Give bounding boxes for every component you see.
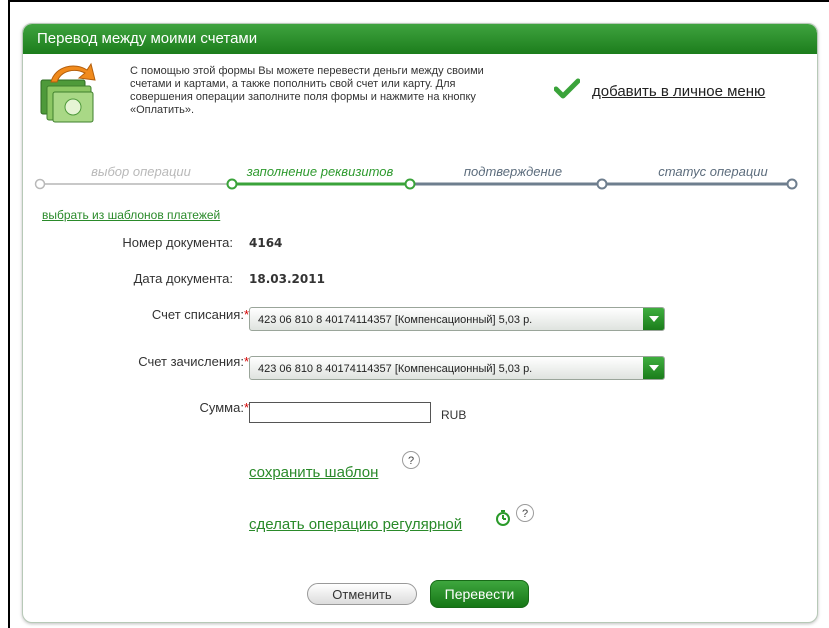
help-icon[interactable]: ? (402, 451, 420, 469)
step-node (786, 178, 798, 190)
step-node (404, 178, 416, 190)
doc-date-value: 18.03.2011 (249, 272, 325, 286)
from-account-select[interactable]: 423 06 810 8 40174114357 [Компенсационны… (249, 307, 665, 331)
to-account-value: 423 06 810 8 40174114357 [Компенсационны… (258, 363, 533, 375)
amount-label-text: Сумма: (199, 400, 244, 415)
intro-line: совершения операции заполните поля формы… (130, 91, 476, 103)
step-node (596, 178, 608, 190)
progress-steps: выбор операции заполнение реквизитов под… (23, 160, 817, 210)
from-account-value: 423 06 810 8 40174114357 [Компенсационны… (258, 314, 533, 326)
intro-text: С помощью этой формы Вы можете перевести… (130, 65, 550, 117)
window-frame-left (8, 0, 10, 628)
intro-line: С помощью этой формы Вы можете перевести… (130, 65, 484, 77)
to-account-label: Счет зачисления:* (53, 354, 249, 369)
chevron-down-icon[interactable] (643, 357, 664, 379)
intro-line: счетами и картами, а также пополнить сво… (130, 78, 456, 90)
cancel-button[interactable]: Отменить (307, 583, 417, 605)
timer-icon[interactable] (495, 510, 511, 526)
to-account-label-text: Счет зачисления: (138, 354, 244, 369)
window-frame-top (8, 0, 829, 2)
to-account-select[interactable]: 423 06 810 8 40174114357 [Компенсационны… (249, 356, 665, 380)
amount-input[interactable] (249, 402, 431, 423)
help-icon[interactable]: ? (516, 504, 534, 522)
chevron-down-icon[interactable] (643, 308, 664, 330)
add-to-menu-link[interactable]: добавить в личное меню (592, 83, 765, 100)
from-account-label: Счет списания:* (53, 307, 249, 322)
from-account-label-text: Счет списания: (151, 307, 244, 322)
save-template-link[interactable]: сохранить шаблон (249, 464, 378, 481)
currency-label: RUB (441, 408, 467, 422)
money-transfer-icon (37, 60, 101, 130)
make-regular-link[interactable]: сделать операцию регулярной (249, 516, 462, 533)
panel-title: Перевод между моими счетами (23, 24, 817, 54)
amount-label: Сумма:* (53, 400, 249, 415)
intro-line: «Оплатить». (130, 104, 195, 116)
step-fill-details: заполнение реквизитов (246, 164, 394, 179)
doc-number-label: Номер документа: (122, 235, 233, 250)
transfer-panel: Перевод между моими счетами С помощью эт… (22, 23, 818, 623)
step-node (34, 178, 46, 190)
step-confirmation: подтверждение (463, 164, 563, 179)
checkmark-icon (553, 78, 581, 100)
step-operation-status: статус операции (658, 164, 768, 179)
step-node (226, 178, 238, 190)
doc-number-value: 4164 (249, 236, 283, 250)
choose-template-link[interactable]: выбрать из шаблонов платежей (42, 208, 220, 222)
transfer-button[interactable]: Перевести (430, 580, 529, 608)
step-choose-operation: выбор операции (91, 164, 191, 179)
doc-date-label: Дата документа: (133, 271, 233, 286)
